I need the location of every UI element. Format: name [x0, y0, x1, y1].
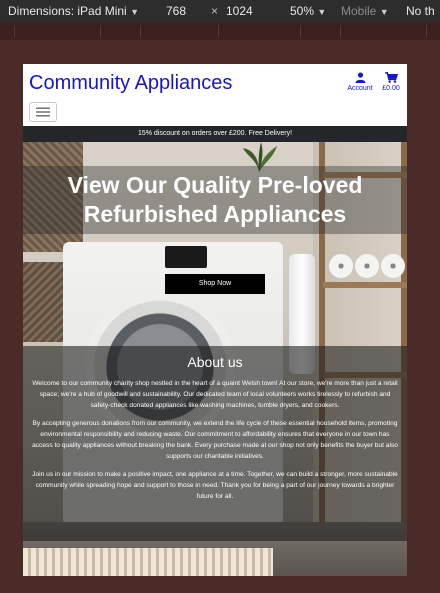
- about-paragraph: Welcome to our community charity shop ne…: [32, 380, 398, 409]
- about-paragraph: Join us in our mission to make a positiv…: [32, 471, 398, 500]
- site-brand-link[interactable]: Community Appliances: [29, 72, 232, 95]
- shop-now-button[interactable]: Shop Now: [165, 274, 265, 294]
- device-viewport: Community Appliances Account £0.00 15% d…: [23, 64, 407, 576]
- device-dimensions-dropdown[interactable]: Dimensions: iPad Mini ▼: [8, 4, 139, 18]
- shelf: [323, 282, 407, 288]
- hero-title: View Our Quality Pre-loved Refurbished A…: [23, 166, 407, 234]
- rug-image: [23, 548, 273, 576]
- throttling-dropdown[interactable]: No th: [406, 4, 435, 18]
- site-header: Community Appliances Account £0.00: [23, 64, 407, 126]
- zoom-value: 50%: [290, 4, 315, 18]
- about-heading: About us: [187, 354, 243, 370]
- about-paragraph: By accepting generous donations from our…: [32, 420, 398, 460]
- device-name: Dimensions: iPad Mini: [8, 4, 127, 18]
- account-label: Account: [347, 85, 373, 92]
- hero-section: View Our Quality Pre-loved Refurbished A…: [23, 142, 407, 576]
- towel-rolls-image: [329, 254, 405, 280]
- hamburger-menu-icon: [36, 107, 50, 117]
- height-input[interactable]: 1024: [226, 4, 253, 18]
- nav-toggle-button[interactable]: [29, 102, 57, 122]
- chevron-down-icon: ▼: [130, 7, 139, 17]
- shopping-cart-icon: [384, 72, 398, 83]
- width-input[interactable]: 768: [166, 4, 186, 18]
- times-separator: ×: [211, 4, 219, 18]
- user-icon: [354, 72, 366, 83]
- devtools-device-toolbar: Dimensions: iPad Mini ▼ 768 × 1024 50% ▼…: [0, 0, 440, 22]
- device-type-value: Mobile: [341, 4, 377, 18]
- about-section: About us Welcome to our community charit…: [23, 346, 407, 541]
- device-type-dropdown[interactable]: Mobile ▼: [341, 4, 389, 18]
- chevron-down-icon: ▼: [379, 7, 389, 17]
- promo-banner: 15% discount on orders over £200. Free D…: [23, 126, 407, 142]
- zoom-dropdown[interactable]: 50% ▼: [290, 4, 326, 18]
- chevron-down-icon: ▼: [317, 7, 327, 17]
- media-query-ruler: [0, 22, 440, 40]
- washer-control-panel: [165, 246, 207, 268]
- account-link[interactable]: Account: [343, 72, 377, 92]
- cart-total: £0.00: [382, 85, 400, 92]
- cart-link[interactable]: £0.00: [379, 72, 403, 92]
